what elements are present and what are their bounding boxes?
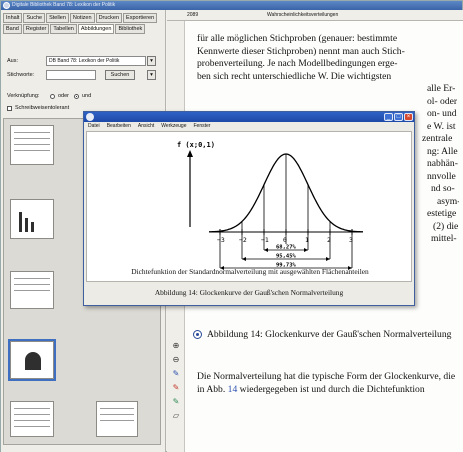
area-percentage-label: 68,27% [276,245,297,251]
maximize-icon[interactable]: □ [394,113,403,121]
schreibweise-label: Schreibweisentolerant [15,105,70,111]
x-tick-label: 2 [327,236,331,244]
thumbnail-4-selected[interactable] [8,339,56,381]
thumbnail-3[interactable] [10,271,54,309]
x-tick-label: 3 [349,236,353,244]
thumbnail-1[interactable] [10,125,54,165]
stichworte-input[interactable] [46,70,96,80]
content-header: 2089 Wahrscheinlichkeitsverteilungen [167,10,463,21]
figure-canvas: f (x;0,1) −3 −2 −1 0 1 2 3 68,27% 95,45% 99,73% D… [86,131,412,282]
thumbnail-6[interactable] [96,401,138,437]
verknuepfung-label: Verknüpfung: [7,93,40,99]
eraser-icon[interactable]: ▱ [171,411,181,421]
suchen-button[interactable]: Suchen [105,70,135,80]
popup-titlebar: _ □ × [84,112,414,122]
area-span-arrow-left [242,257,246,261]
x-tick-label: 1 [305,236,309,244]
page-number: 2089 [187,12,199,18]
pen-icon[interactable]: ✎ [171,369,181,379]
tab-exportieren[interactable]: Exportieren [123,13,158,23]
radio-und-label: und [82,93,92,99]
window-title: Digitale Bibliothek Band 78: Lexikon der… [12,2,116,8]
search-options-chevron-icon[interactable]: ▾ [147,70,156,80]
thumbnail-2[interactable] [10,199,54,239]
tab-notizen[interactable]: Notizen [69,13,95,23]
marker-icon[interactable]: ✎ [171,383,181,393]
text-line: für alle möglichen Stichproben (genauer:… [197,33,398,44]
schreibweise-checkbox[interactable] [7,106,12,111]
x-tick-label: −3 [217,236,225,244]
x-tick-label: −1 [261,236,269,244]
text-line: ben sich recht unterschiedliche W. Die w… [197,70,392,82]
tab-suche[interactable]: Suche [23,13,46,23]
zoom-in-icon[interactable]: ⊕ [171,341,181,351]
section-title: Wahrscheinlichkeitsverteilungen [267,12,339,18]
plot-layer: −3 −2 −1 0 1 2 368,27%95,45%99,73% [209,153,363,270]
pencil-icon[interactable]: ✎ [171,397,181,407]
x-tick-label: −2 [239,236,247,244]
radio-oder[interactable] [50,94,55,99]
minimize-icon[interactable]: _ [384,113,393,121]
text-line: probenverteilung. Je nach Modellbedingun… [197,58,398,69]
text-line: ol- oder [427,95,458,107]
text-line: Kennwerte dieser Stichproben) nennt man … [197,45,405,57]
menu-bearbeiten[interactable]: Bearbeiten [107,122,131,131]
area-percentage-label: 95,45% [276,254,297,260]
y-axis-arrowhead [187,150,193,157]
text-line: alle Er- [427,83,456,94]
paragraph-text: wiedergegeben ist und durch die Dichtefu… [239,384,425,395]
caption-bullet-icon[interactable] [193,330,202,339]
close-icon[interactable]: × [404,113,413,121]
zoom-out-icon[interactable]: ⊖ [171,355,181,365]
figure-popup-window: _ □ × Datei Bearbeiten Ansicht Werkzeuge… [83,111,415,306]
menu-werkzeuge[interactable]: Werkzeuge [161,122,186,131]
app-icon [86,113,94,121]
stichworte-label: Stichworte: [7,72,35,78]
tab-bibliothek[interactable]: Bibliothek [115,24,146,34]
radio-oder-label: oder [58,93,70,99]
popup-menubar: Datei Bearbeiten Ansicht Werkzeuge Fenst… [84,122,414,131]
area-span-arrow-right [304,248,308,252]
area-span-arrow-right [326,257,330,261]
tab-stellen[interactable]: Stellen [46,13,69,23]
figure-link[interactable]: 14 [228,384,238,395]
menu-ansicht[interactable]: Ansicht [138,122,154,131]
tab-row-2: Band Register Tabellen Abbildungen Bibli… [3,24,146,34]
popup-caption: Abbildung 14: Glockenkurve der Gauß'sche… [154,288,344,297]
tab-register[interactable]: Register [22,24,50,34]
tab-abbildungen[interactable]: Abbildungen [77,24,115,34]
figure-caption-text: Abbildung 14: Glockenkurve der Gauß'sche… [207,329,452,340]
y-axis-label: f (x;0,1) [177,141,215,149]
tab-tabellen[interactable]: Tabellen [50,24,77,34]
tab-band[interactable]: Band [3,24,22,34]
plot-caption: Dichtefunktion der Standardnormalverteil… [131,267,369,276]
paragraph-2: Die Normalverteilung hat die typische Fo… [197,370,461,396]
app-icon [3,2,10,9]
normal-distribution-plot: f (x;0,1) −3 −2 −1 0 1 2 368,27%95,45%99,73% [177,141,363,270]
menu-datei[interactable]: Datei [88,122,100,131]
main-titlebar: Digitale Bibliothek Band 78: Lexikon der… [1,1,462,10]
aus-label: Aus: [7,58,19,64]
menu-fenster[interactable]: Fenster [193,122,210,131]
x-tick-label: 0 [283,236,287,244]
thumbnail-5[interactable] [10,401,54,437]
tab-drucken[interactable]: Drucken [95,13,123,23]
aus-select[interactable]: DB Band 78: Lexikon der Politik [46,56,146,66]
radio-und[interactable] [74,94,79,99]
tab-row-1: Inhalt Suche Stellen Notizen Drucken Exp… [3,13,158,23]
chevron-down-icon[interactable]: ▾ [147,56,156,66]
area-span-arrow-left [264,248,268,252]
tab-inhalt[interactable]: Inhalt [3,13,23,23]
